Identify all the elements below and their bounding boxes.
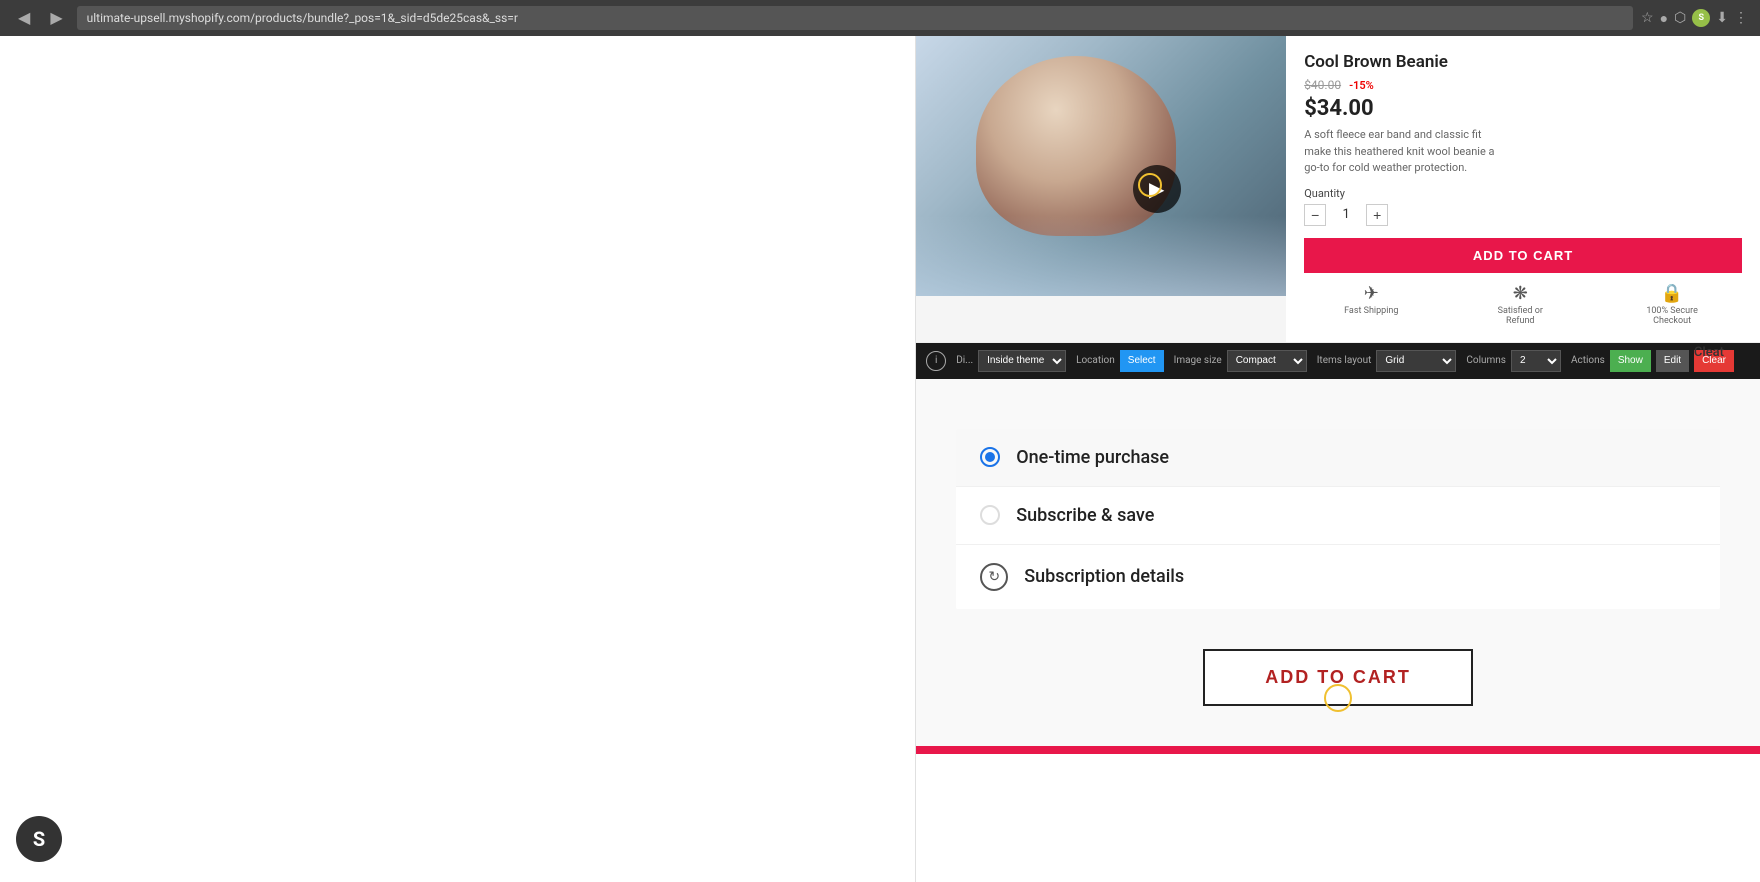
radio-dot [985, 452, 995, 462]
add-to-cart-top-button[interactable]: ADD TO CART [1304, 238, 1742, 273]
image-size-select[interactable]: Compact [1227, 350, 1307, 372]
actions-label: Actions [1571, 355, 1605, 366]
discount-badge: -15% [1349, 79, 1374, 92]
page-wrapper: ▶ Cool Brown Beanie $40.00 -15% $34.00 A… [0, 36, 1760, 882]
right-panel: ▶ Cool Brown Beanie $40.00 -15% $34.00 A… [915, 36, 1760, 882]
quantity-control: − 1 + [1304, 204, 1742, 226]
extension-icon[interactable]: ⬡ [1674, 10, 1686, 26]
star-burst-icon: ❋ [1513, 283, 1528, 304]
trust-badge-secure: 🔒 100% Secure Checkout [1642, 283, 1702, 326]
image-size-label: Image size [1174, 355, 1222, 366]
price-row: $40.00 -15% [1304, 78, 1742, 92]
left-space [0, 36, 915, 882]
subscribe-label: Subscribe & save [1016, 505, 1154, 526]
one-time-radio[interactable] [980, 447, 1000, 467]
product-top: ▶ Cool Brown Beanie $40.00 -15% $34.00 A… [916, 36, 1760, 343]
product-description: A soft fleece ear band and classic fit m… [1304, 127, 1504, 177]
shopify-fab-icon: S [33, 827, 45, 851]
forward-button[interactable]: ▶ [44, 6, 68, 30]
product-image [916, 36, 1286, 296]
display-select[interactable]: Inside theme [978, 350, 1066, 372]
display-label: Di... [956, 355, 973, 366]
trust-badge-refund: ❋ Satisfied or Refund [1490, 283, 1550, 326]
toolbar-columns-group: Columns 2 [1466, 350, 1561, 372]
one-time-label: One-time purchase [1016, 447, 1169, 468]
back-button[interactable]: ◀ [12, 6, 36, 30]
url-bar: ultimate-upsell.myshopify.com/products/b… [77, 6, 1633, 30]
play-button[interactable]: ▶ [1133, 165, 1181, 213]
quantity-increase-button[interactable]: + [1366, 204, 1388, 226]
one-time-purchase-row[interactable]: One-time purchase [956, 429, 1720, 487]
toolbar-location-group: Location Select [1076, 350, 1164, 372]
profile-icon[interactable]: ● [1660, 10, 1668, 27]
bookmark-icon[interactable]: ☆ [1641, 10, 1654, 26]
subscription-details-label: Subscription details [1024, 566, 1184, 587]
product-title: Cool Brown Beanie [1304, 52, 1742, 72]
main-cart-label: ADD TO CART [1265, 667, 1411, 687]
subscription-details-row[interactable]: ↻ Subscription details [956, 545, 1720, 609]
toolbar-info-icon[interactable]: i [926, 351, 946, 371]
subscribe-radio[interactable] [980, 505, 1000, 525]
quantity-decrease-button[interactable]: − [1304, 204, 1326, 226]
purchase-options: One-time purchase Subscribe & save ↻ Sub… [956, 429, 1720, 609]
location-select-button[interactable]: Select [1120, 350, 1164, 372]
menu-icon[interactable]: ⋮ [1734, 10, 1748, 26]
main-add-to-cart-wrap: ADD TO CART [916, 629, 1760, 726]
secure-label: 100% Secure Checkout [1642, 306, 1702, 326]
quantity-value: 1 [1336, 207, 1356, 222]
shopify-fab[interactable]: S [16, 816, 62, 862]
cart-cursor-overlay [1324, 684, 1352, 712]
lower-content: One-time purchase Subscribe & save ↻ Sub… [916, 379, 1760, 754]
toolbar-image-size-group: Image size Compact [1174, 350, 1307, 372]
original-price: $40.00 [1304, 78, 1341, 92]
edit-button[interactable]: Edit [1656, 350, 1689, 372]
items-layout-select[interactable]: Grid [1376, 350, 1456, 372]
downloads-icon[interactable]: ⬇ [1716, 10, 1728, 26]
url-text: ultimate-upsell.myshopify.com/products/b… [87, 11, 518, 25]
bottom-toolbar: i Di... Inside theme Location Select Ima… [916, 343, 1760, 379]
browser-bar: ◀ ▶ ultimate-upsell.myshopify.com/produc… [0, 0, 1760, 36]
quantity-label: Quantity [1304, 187, 1742, 200]
refund-label: Satisfied or Refund [1490, 306, 1550, 326]
show-button[interactable]: Show [1610, 350, 1651, 372]
browser-actions: ☆ ● ⬡ S ⬇ ⋮ [1641, 9, 1748, 27]
columns-label: Columns [1466, 355, 1506, 366]
shipping-label: Fast Shipping [1344, 306, 1398, 316]
columns-select[interactable]: 2 [1511, 350, 1561, 372]
cleat-label: Cleat [1694, 345, 1724, 360]
items-layout-label: Items layout [1317, 355, 1372, 366]
main-add-to-cart-button[interactable]: ADD TO CART [1203, 649, 1473, 706]
sync-icon: ↻ [988, 569, 1000, 585]
shopify-extension-icon[interactable]: S [1692, 9, 1710, 27]
product-details: Cool Brown Beanie $40.00 -15% $34.00 A s… [1286, 36, 1760, 342]
trust-badge-shipping: ✈ Fast Shipping [1344, 283, 1398, 326]
trust-badges: ✈ Fast Shipping ❋ Satisfied or Refund 🔒 … [1304, 283, 1742, 326]
airplane-icon: ✈ [1364, 283, 1379, 304]
product-image-area: ▶ [916, 36, 1286, 342]
toolbar-layout-group: Items layout Grid [1317, 350, 1457, 372]
lock-icon: 🔒 [1661, 283, 1683, 304]
current-price: $34.00 [1304, 96, 1742, 121]
subscription-icon: ↻ [980, 563, 1008, 591]
subscribe-save-row[interactable]: Subscribe & save [956, 487, 1720, 545]
location-label: Location [1076, 355, 1115, 366]
toolbar-display-group: Di... Inside theme [956, 350, 1066, 372]
bottom-red-bar [916, 746, 1760, 754]
